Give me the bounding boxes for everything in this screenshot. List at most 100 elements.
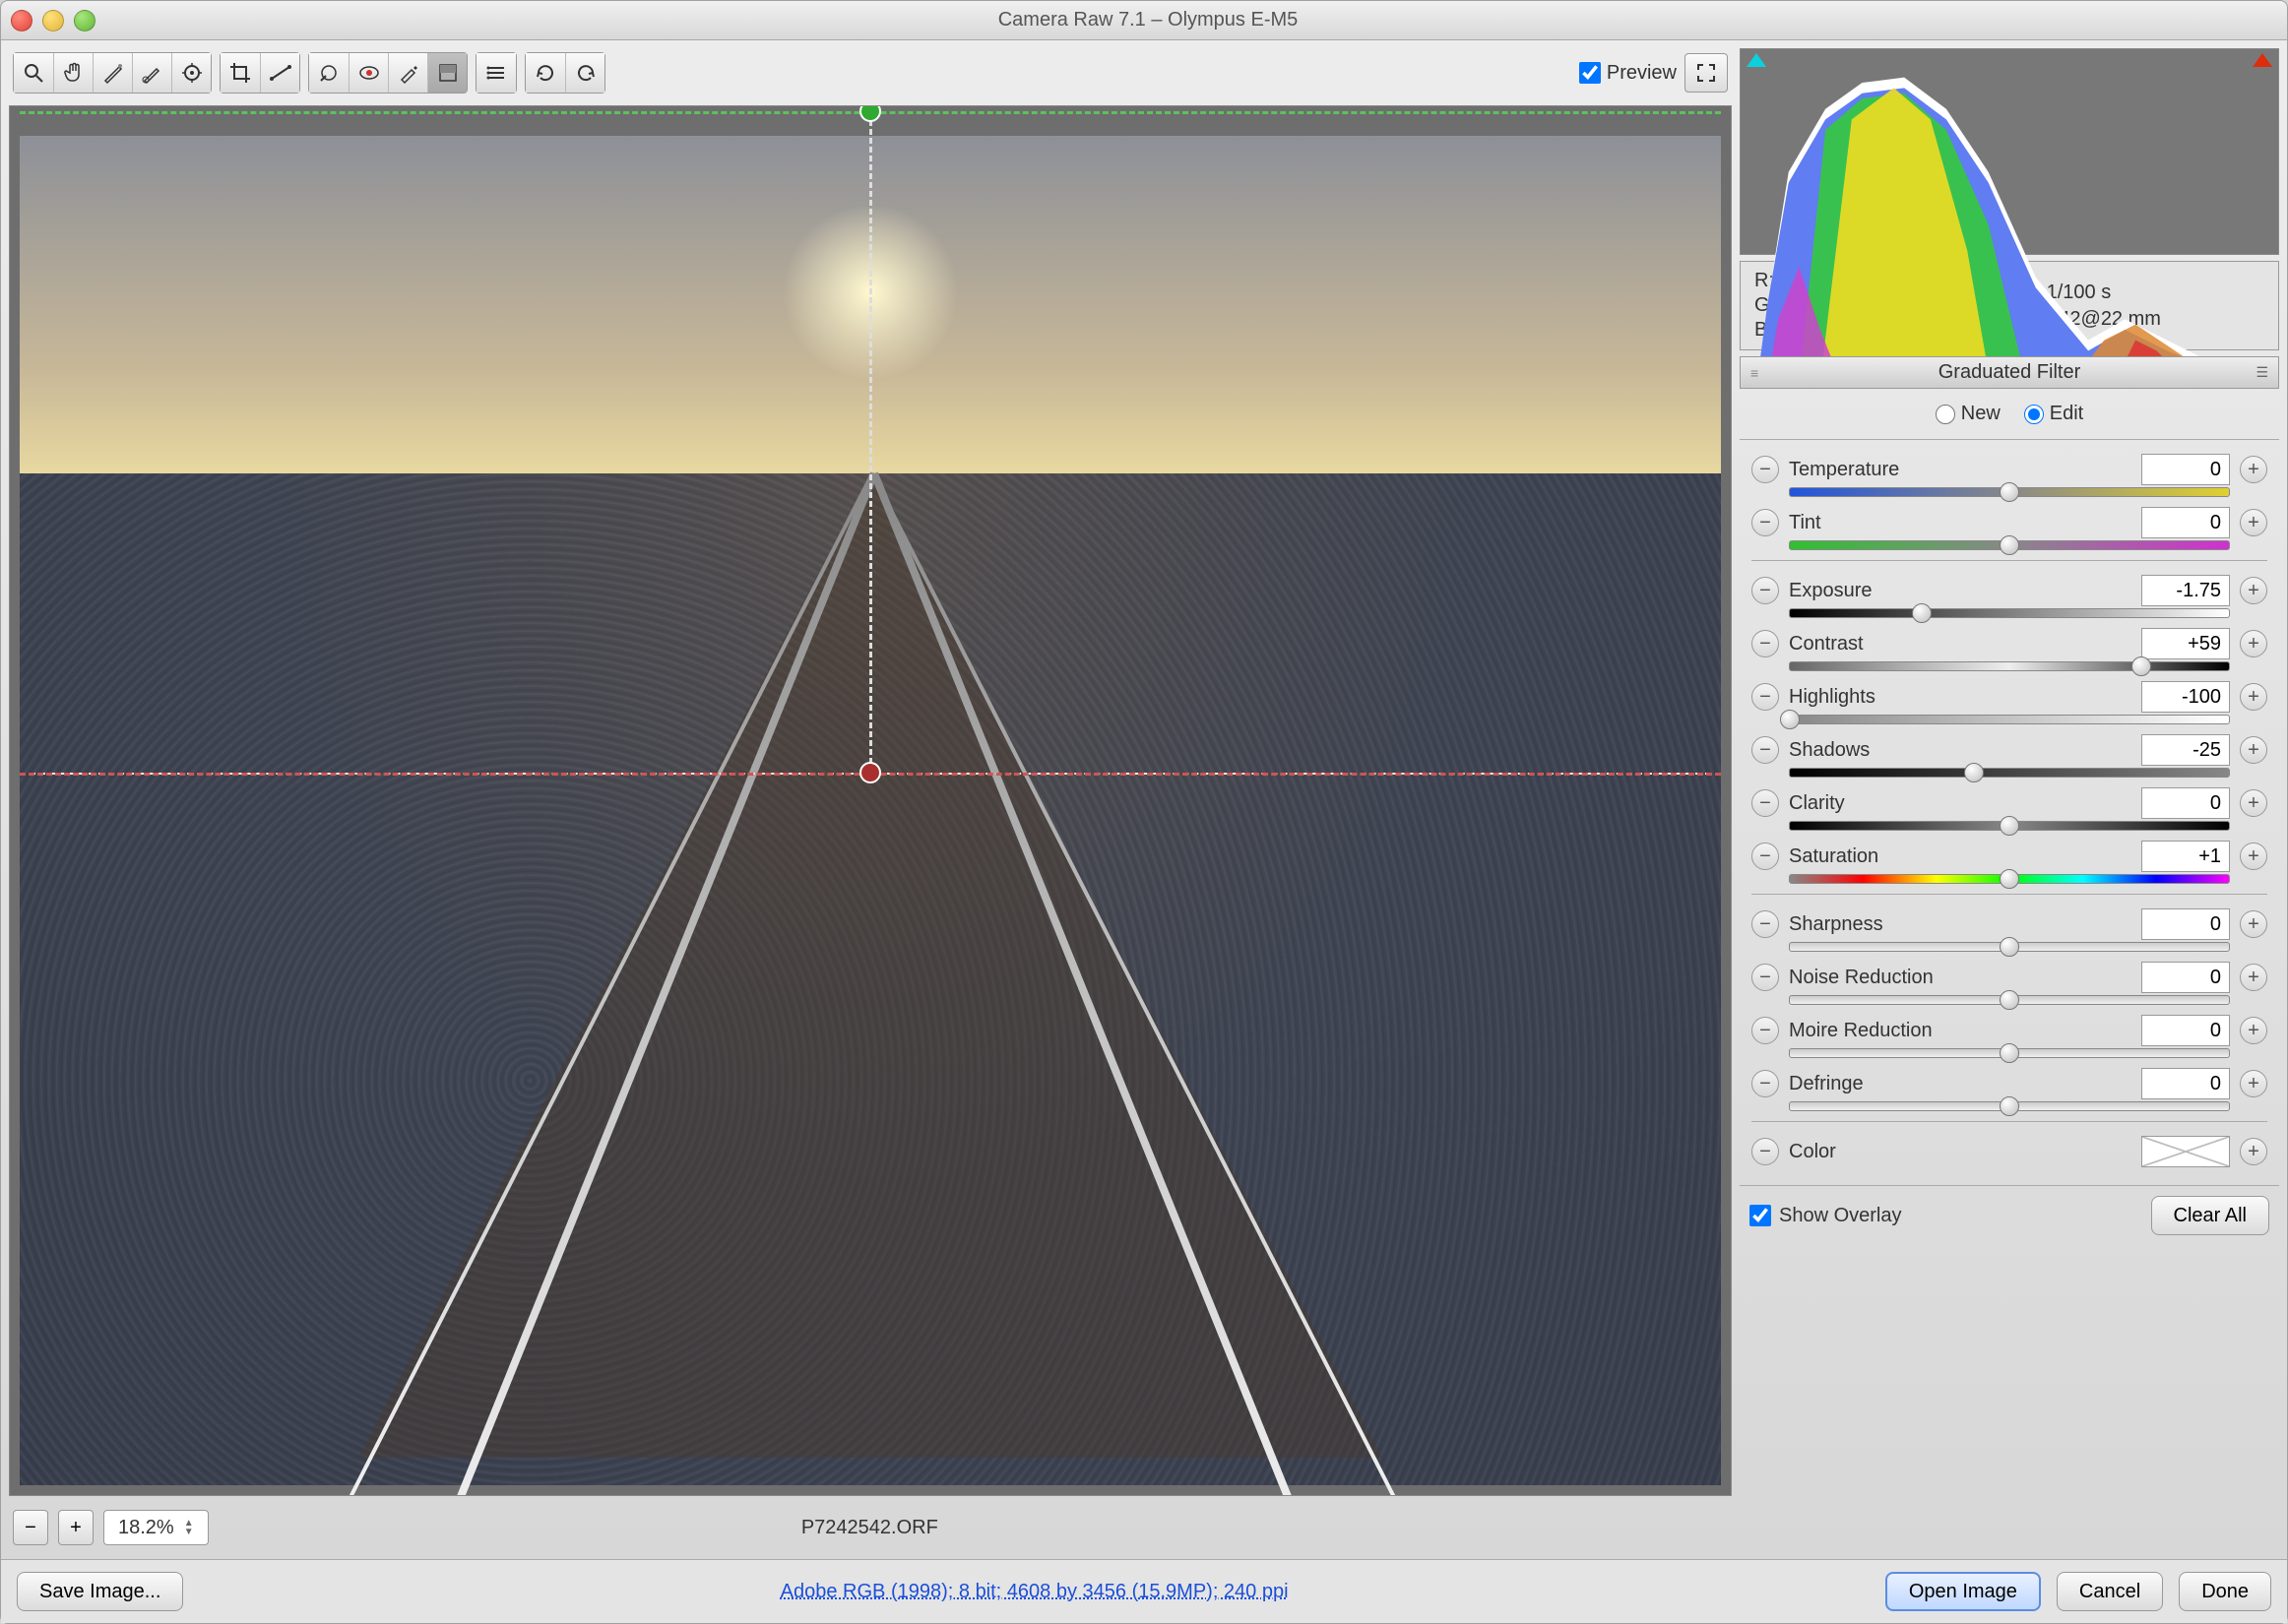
defringe-value-input[interactable] xyxy=(2141,1068,2230,1099)
preferences-tool[interactable] xyxy=(477,53,516,93)
zoom-tool[interactable] xyxy=(14,53,53,93)
temperature-minus-button[interactable]: − xyxy=(1751,456,1779,483)
drag-handle-icon[interactable]: ≡ xyxy=(1750,365,1757,381)
saturation-minus-button[interactable]: − xyxy=(1751,843,1779,870)
histogram-panel[interactable] xyxy=(1740,48,2279,255)
shadows-minus-button[interactable]: − xyxy=(1751,736,1779,764)
saturation-value-input[interactable] xyxy=(2141,841,2230,872)
saturation-slider-thumb[interactable] xyxy=(2000,869,2019,889)
shadow-clipping-icon[interactable] xyxy=(1747,53,1766,67)
exposure-plus-button[interactable]: + xyxy=(2240,577,2267,604)
noise-plus-button[interactable]: + xyxy=(2240,964,2267,991)
moire-slider-track[interactable] xyxy=(1789,1048,2230,1058)
mode-edit[interactable]: Edit xyxy=(2024,403,2083,425)
clarity-value-input[interactable] xyxy=(2141,787,2230,819)
exposure-value-input[interactable] xyxy=(2141,575,2230,606)
sharpness-minus-button[interactable]: − xyxy=(1751,910,1779,938)
sharpness-value-input[interactable] xyxy=(2141,908,2230,940)
preview-checkbox[interactable]: Preview xyxy=(1579,62,1677,85)
tint-slider-track[interactable] xyxy=(1789,540,2230,550)
noise-slider-track[interactable] xyxy=(1789,995,2230,1005)
spot-removal-tool[interactable] xyxy=(309,53,349,93)
zoom-level-field[interactable]: 18.2% ▲▼ xyxy=(103,1510,209,1545)
clarity-slider-track[interactable] xyxy=(1789,821,2230,831)
mode-edit-radio[interactable] xyxy=(2024,405,2044,424)
highlights-minus-button[interactable]: − xyxy=(1751,683,1779,711)
temperature-slider-track[interactable] xyxy=(1789,487,2230,497)
exposure-slider-thumb[interactable] xyxy=(1912,603,1932,623)
zoom-in-button[interactable]: + xyxy=(58,1510,94,1545)
image-preview-panel[interactable] xyxy=(9,105,1732,1496)
defringe-plus-button[interactable]: + xyxy=(2240,1070,2267,1097)
temperature-slider-thumb[interactable] xyxy=(2000,482,2019,502)
close-window-button[interactable] xyxy=(11,10,32,31)
contrast-slider-track[interactable] xyxy=(1789,661,2230,671)
clarity-slider-thumb[interactable] xyxy=(2000,816,2019,836)
fullscreen-button[interactable] xyxy=(1684,53,1728,93)
color-plus-button[interactable]: + xyxy=(2240,1138,2267,1165)
zoom-out-button[interactable]: − xyxy=(13,1510,48,1545)
done-button[interactable]: Done xyxy=(2179,1572,2271,1611)
tint-value-input[interactable] xyxy=(2141,507,2230,538)
noise-slider-thumb[interactable] xyxy=(2000,990,2019,1010)
moire-plus-button[interactable]: + xyxy=(2240,1017,2267,1044)
clarity-plus-button[interactable]: + xyxy=(2240,789,2267,817)
show-overlay-checkbox[interactable] xyxy=(1749,1205,1771,1226)
minimize-window-button[interactable] xyxy=(42,10,64,31)
panel-menu-icon[interactable]: ☰ xyxy=(2256,364,2268,381)
zoom-stepper-icon[interactable]: ▲▼ xyxy=(184,1519,194,1536)
shadows-value-input[interactable] xyxy=(2141,734,2230,766)
tint-slider-thumb[interactable] xyxy=(2000,535,2019,555)
color-minus-button[interactable]: − xyxy=(1751,1138,1779,1165)
gradient-top-handle[interactable] xyxy=(859,105,881,122)
crop-tool[interactable] xyxy=(221,53,260,93)
rotate-cw-tool[interactable] xyxy=(565,53,604,93)
workflow-options-link[interactable]: Adobe RGB (1998); 8 bit; 4608 by 3456 (1… xyxy=(781,1581,1289,1602)
cancel-button[interactable]: Cancel xyxy=(2057,1572,2163,1611)
gradient-center-line[interactable] xyxy=(869,111,872,773)
targeted-adjustment-tool[interactable] xyxy=(171,53,211,93)
straighten-tool[interactable] xyxy=(260,53,299,93)
graduated-filter-tool[interactable] xyxy=(427,53,467,93)
temperature-value-input[interactable] xyxy=(2141,454,2230,485)
mode-new-radio[interactable] xyxy=(1936,405,1955,424)
contrast-value-input[interactable] xyxy=(2141,628,2230,659)
contrast-slider-thumb[interactable] xyxy=(2131,656,2151,676)
clarity-minus-button[interactable]: − xyxy=(1751,789,1779,817)
adjustment-brush-tool[interactable] xyxy=(388,53,427,93)
rotate-ccw-tool[interactable] xyxy=(526,53,565,93)
defringe-slider-track[interactable] xyxy=(1789,1101,2230,1111)
mode-new[interactable]: New xyxy=(1936,403,2001,425)
moire-minus-button[interactable]: − xyxy=(1751,1017,1779,1044)
sharpness-slider-thumb[interactable] xyxy=(2000,937,2019,957)
clear-all-button[interactable]: Clear All xyxy=(2151,1196,2269,1235)
save-image-button[interactable]: Save Image... xyxy=(17,1572,183,1611)
defringe-minus-button[interactable]: − xyxy=(1751,1070,1779,1097)
temperature-plus-button[interactable]: + xyxy=(2240,456,2267,483)
gradient-bottom-handle[interactable] xyxy=(859,762,881,783)
preview-checkbox-input[interactable] xyxy=(1579,62,1601,84)
tint-minus-button[interactable]: − xyxy=(1751,509,1779,536)
shadows-slider-thumb[interactable] xyxy=(1964,763,1984,782)
contrast-minus-button[interactable]: − xyxy=(1751,630,1779,657)
color-swatch[interactable] xyxy=(2141,1136,2230,1167)
shadows-plus-button[interactable]: + xyxy=(2240,736,2267,764)
saturation-plus-button[interactable]: + xyxy=(2240,843,2267,870)
red-eye-removal-tool[interactable] xyxy=(349,53,388,93)
window-controls[interactable] xyxy=(11,10,95,31)
noise-minus-button[interactable]: − xyxy=(1751,964,1779,991)
highlights-slider-track[interactable] xyxy=(1789,715,2230,724)
color-sampler-tool[interactable] xyxy=(132,53,171,93)
open-image-button[interactable]: Open Image xyxy=(1885,1572,2041,1611)
exposure-minus-button[interactable]: − xyxy=(1751,577,1779,604)
highlight-clipping-icon[interactable] xyxy=(2253,53,2272,67)
defringe-slider-thumb[interactable] xyxy=(2000,1096,2019,1116)
noise-value-input[interactable] xyxy=(2141,962,2230,993)
sharpness-plus-button[interactable]: + xyxy=(2240,910,2267,938)
hand-tool[interactable] xyxy=(53,53,93,93)
highlights-value-input[interactable] xyxy=(2141,681,2230,713)
highlights-plus-button[interactable]: + xyxy=(2240,683,2267,711)
zoom-window-button[interactable] xyxy=(74,10,95,31)
white-balance-tool[interactable] xyxy=(93,53,132,93)
highlights-slider-thumb[interactable] xyxy=(1780,710,1800,729)
